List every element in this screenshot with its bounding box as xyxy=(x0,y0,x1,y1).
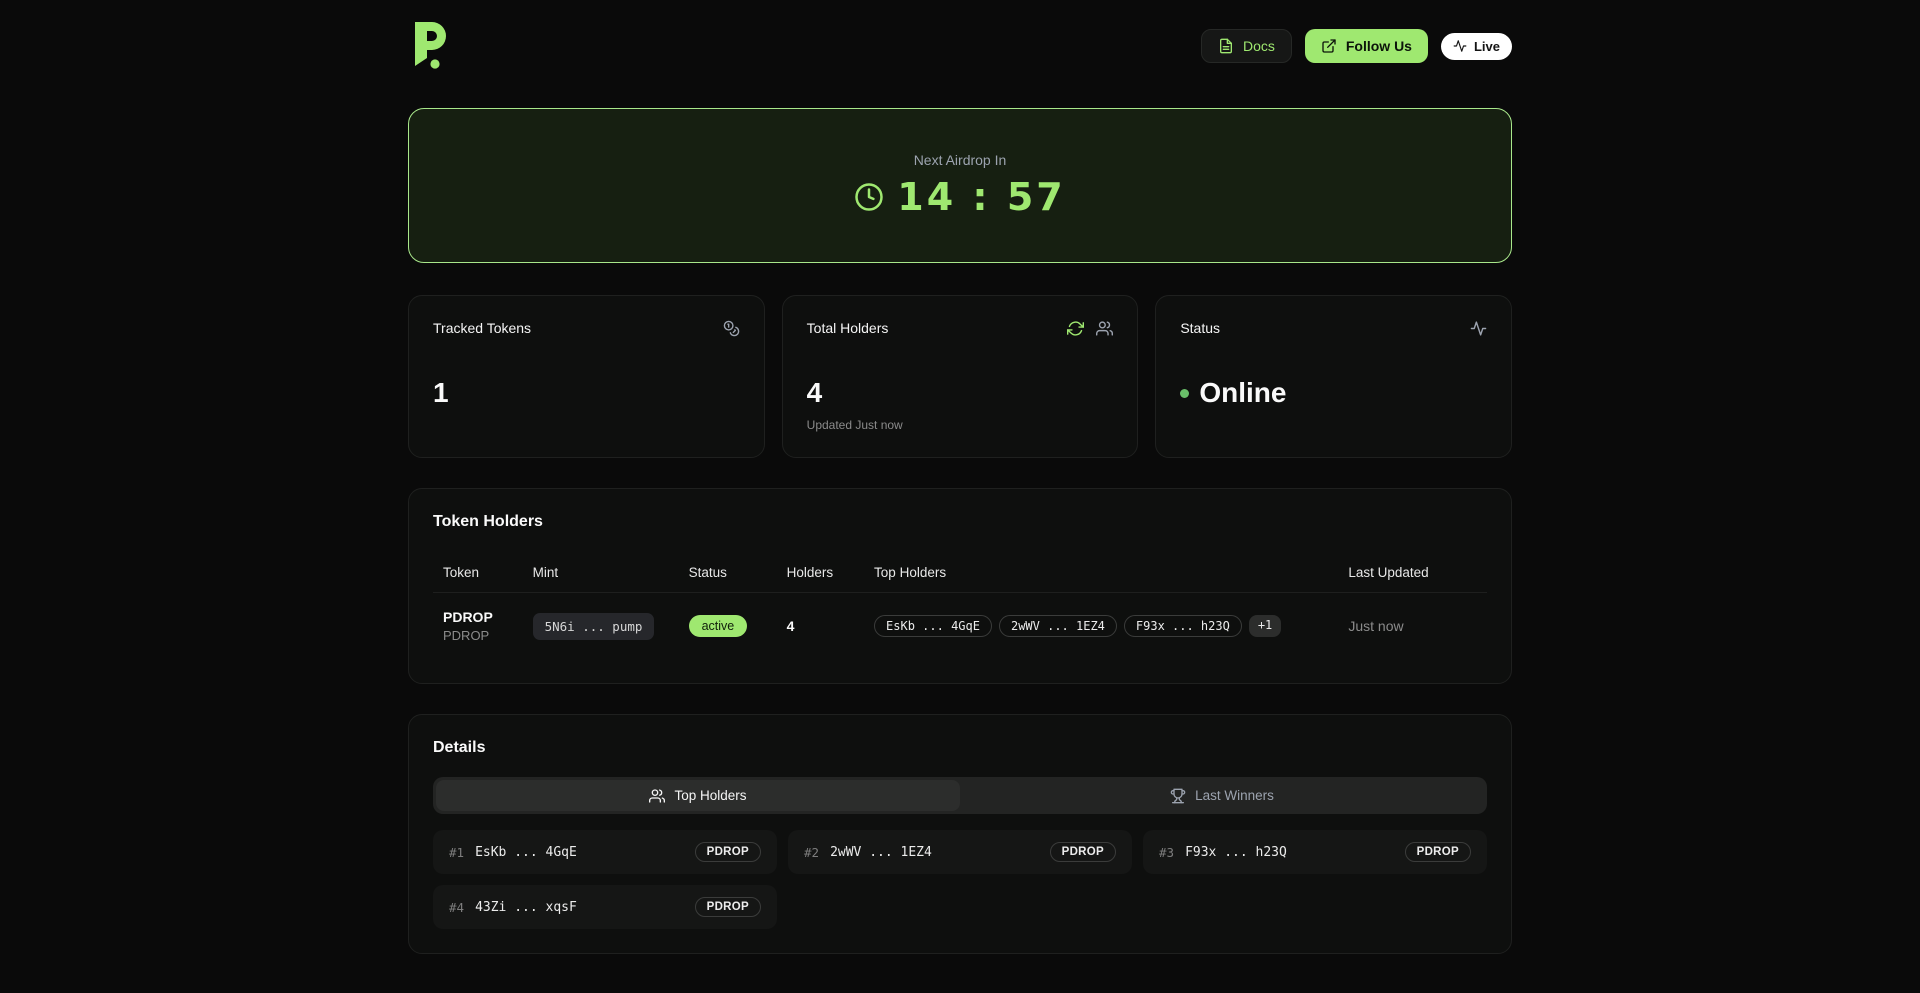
tracked-tokens-value: 1 xyxy=(433,377,449,408)
holder-item[interactable]: #1 EsKb ... 4GqE PDROP xyxy=(433,830,777,874)
col-top-holders: Top Holders xyxy=(864,553,1339,593)
holders-updated-text: Updated Just now xyxy=(806,418,903,432)
holder-address: 43Zi ... xqsF xyxy=(475,899,577,915)
airdrop-countdown-row: 14 : 57 xyxy=(854,175,1065,219)
holder-token-badge: PDROP xyxy=(694,897,761,917)
logo[interactable] xyxy=(408,19,454,73)
follow-us-label: Follow Us xyxy=(1345,38,1412,54)
holder-item[interactable]: #4 43Zi ... xqsF PDROP xyxy=(433,885,777,929)
token-holders-table: Token Mint Status Holders Top Holders La… xyxy=(433,553,1487,659)
tracked-tokens-title: Tracked Tokens xyxy=(433,320,532,336)
details-tabbar: Top Holders Last Winners xyxy=(433,777,1487,814)
online-status-dot xyxy=(1180,388,1190,398)
details-card: Details Top Holders Last Winners #1 EsKb… xyxy=(408,714,1512,954)
holder-token-badge: PDROP xyxy=(694,842,761,862)
token-name: PDROP xyxy=(443,609,493,625)
follow-us-button[interactable]: Follow Us xyxy=(1304,29,1428,63)
live-badge: Live xyxy=(1440,32,1512,60)
holder-item[interactable]: #2 2wWV ... 1EZ4 PDROP xyxy=(788,830,1132,874)
clock-icon xyxy=(855,183,884,211)
col-status: Status xyxy=(678,553,777,593)
tracked-tokens-card: Tracked Tokens 1 xyxy=(408,295,765,458)
col-last-updated: Last Updated xyxy=(1338,553,1487,593)
holder-address: 2wWV ... 1EZ4 xyxy=(830,844,932,860)
col-mint: Mint xyxy=(522,553,679,593)
holder-rank: #3 xyxy=(1159,844,1175,860)
holder-address: F93x ... h23Q xyxy=(1185,844,1287,860)
col-token: Token xyxy=(433,553,523,593)
holder-address-chip[interactable]: EsKb ... 4GqE xyxy=(874,615,992,637)
holder-address: EsKb ... 4GqE xyxy=(475,844,577,860)
top-holders-list: #1 EsKb ... 4GqE PDROP #2 2wWV ... 1EZ4 … xyxy=(433,830,1487,929)
holder-token-badge: PDROP xyxy=(1404,842,1471,862)
table-row: PDROP PDROP 5N6i ... pump active 4 EsKb … xyxy=(433,593,1487,660)
mint-address-chip[interactable]: 5N6i ... pump xyxy=(532,612,655,640)
status-title: Status xyxy=(1180,320,1221,336)
coins-icon xyxy=(723,320,739,337)
docs-label: Docs xyxy=(1242,38,1275,54)
table-header-row: Token Mint Status Holders Top Holders La… xyxy=(433,553,1487,593)
holder-rank: #2 xyxy=(804,844,820,860)
holder-item[interactable]: #3 F93x ... h23Q PDROP xyxy=(1143,830,1487,874)
top-bar: Docs Follow Us Live xyxy=(408,0,1512,74)
tab-last-winners-label: Last Winners xyxy=(1195,788,1274,803)
holder-rank: #4 xyxy=(449,899,465,915)
tab-top-holders-label: Top Holders xyxy=(674,788,747,803)
users-icon xyxy=(1096,321,1114,336)
holder-address-chip[interactable]: F93x ... h23Q xyxy=(1123,615,1242,637)
next-airdrop-card: Next Airdrop In 14 : 57 xyxy=(408,108,1512,263)
p-logo-icon xyxy=(415,22,446,69)
total-holders-value: 4 xyxy=(806,377,823,408)
external-link-icon xyxy=(1322,39,1336,53)
total-holders-card: Total Holders 4 Updated Just now xyxy=(781,295,1139,458)
status-card: Status Online xyxy=(1155,295,1512,458)
total-holders-title: Total Holders xyxy=(806,320,889,336)
tab-top-holders[interactable]: Top Holders xyxy=(436,780,960,811)
status-value: Online xyxy=(1199,377,1287,408)
header-actions: Docs Follow Us Live xyxy=(1200,29,1512,63)
live-label: Live xyxy=(1473,38,1500,54)
holder-rank: #1 xyxy=(449,844,465,860)
docs-button[interactable]: Docs xyxy=(1200,29,1292,63)
holders-count: 4 xyxy=(786,618,795,634)
tab-last-winners[interactable]: Last Winners xyxy=(960,780,1484,811)
trophy-icon xyxy=(1170,788,1186,803)
file-text-icon xyxy=(1219,38,1232,54)
col-holders: Holders xyxy=(776,553,865,593)
more-holders-chip[interactable]: +1 xyxy=(1248,615,1282,637)
countdown-value: 14 : 57 xyxy=(897,175,1066,219)
activity-icon xyxy=(1470,321,1487,336)
token-holders-card: Token Holders Token Mint Status Holders … xyxy=(408,488,1512,684)
airdrop-label: Next Airdrop In xyxy=(913,152,1007,168)
token-symbol: PDROP xyxy=(443,628,490,643)
stats-row: Tracked Tokens 1 Total Holders 4 Updated… xyxy=(408,295,1512,458)
users-icon xyxy=(649,788,666,803)
details-title: Details xyxy=(433,739,486,756)
last-updated-value: Just now xyxy=(1348,618,1404,634)
activity-icon xyxy=(1453,40,1467,52)
status-badge: active xyxy=(688,615,748,637)
token-holders-title: Token Holders xyxy=(433,513,543,530)
refresh-icon[interactable] xyxy=(1067,320,1085,337)
holder-address-chip[interactable]: 2wWV ... 1EZ4 xyxy=(998,615,1117,637)
top-holders-chips: EsKb ... 4GqE 2wWV ... 1EZ4 F93x ... h23… xyxy=(874,615,1294,637)
holder-token-badge: PDROP xyxy=(1049,842,1116,862)
